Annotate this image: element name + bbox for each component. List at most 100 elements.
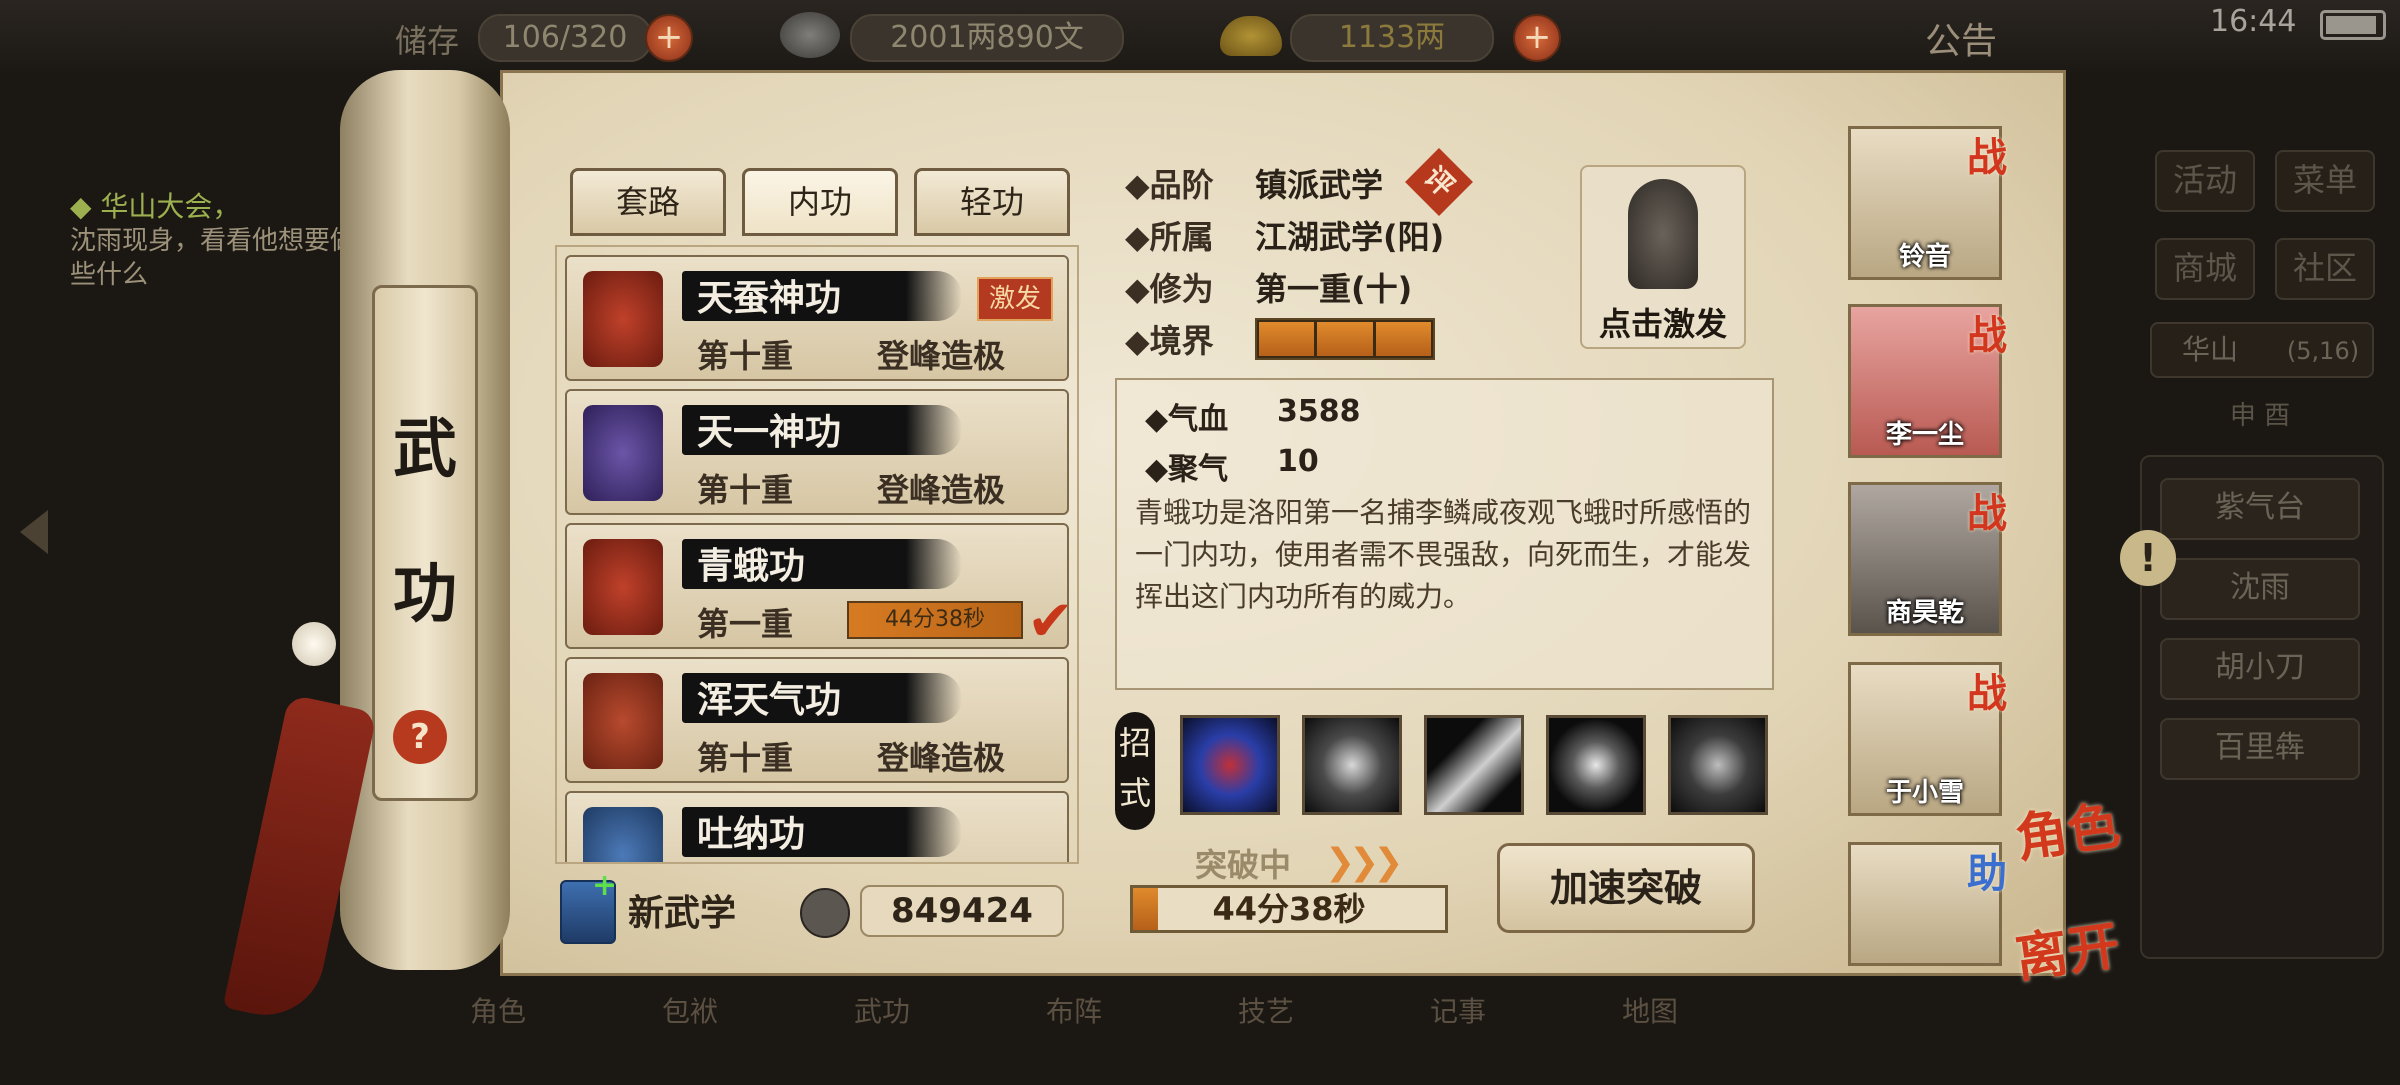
grade-value: 镇派武学 <box>1255 166 1384 204</box>
meditating-figure-icon <box>1628 179 1698 289</box>
skill-item-selected[interactable]: 青蛾功 第一重 44分38秒 ✔ <box>565 523 1074 654</box>
skill-name: 吐纳功 <box>697 814 806 855</box>
points-display: 849424 <box>860 885 1064 937</box>
notice-button[interactable]: 公告 <box>1925 12 1997 64</box>
speedup-button[interactable]: 加速突破 <box>1497 843 1755 933</box>
skill-name: 天一神功 <box>697 412 842 453</box>
party-member-name: 商昊乾 <box>1885 598 1964 628</box>
party-member-name: 于小雪 <box>1885 778 1964 808</box>
menu-activity-button[interactable]: 活动 <box>2155 150 2255 212</box>
nav-journal[interactable]: 记事 <box>1430 990 1580 1085</box>
realm-label: ◆境界 <box>1125 322 1214 360</box>
new-skill-button[interactable]: 新武学 <box>628 884 736 936</box>
menu-community-button[interactable]: 社区 <box>2275 238 2375 300</box>
description-box: ◆气血 3588 ◆聚气 10 青蛾功是洛阳第一名捕李鳞咸夜观飞蛾时所感悟的一门… <box>1115 378 1774 690</box>
scroll-icon <box>583 405 663 501</box>
money-display: 2001两890文 <box>850 14 1124 62</box>
nav-martial[interactable]: 武功 <box>854 990 1004 1085</box>
belong-value: 江湖武学(阳) <box>1255 218 1445 256</box>
location-coords: (5,16) <box>2286 337 2360 365</box>
points-book-icon <box>800 888 850 938</box>
nav-bag[interactable]: 包袱 <box>662 990 812 1085</box>
party-member-name: 李一尘 <box>1885 420 1964 450</box>
skill-level: 第十重 <box>697 337 794 375</box>
skill-level: 第一重 <box>697 605 794 643</box>
skill-list[interactable]: 天蚕神功 激发 第十重 登峰造极 天一神功 第十重 登峰造极 青蛾功 第一重 4… <box>555 245 1079 864</box>
checkmark-icon: ✔ <box>1027 589 1074 654</box>
party-member[interactable]: 战 铃音 <box>1848 126 2007 280</box>
role-button[interactable]: 角色 <box>2010 783 2123 872</box>
activate-button[interactable]: 点击激发 <box>1580 165 1746 349</box>
party-member[interactable]: 战 商昊乾 <box>1848 482 2007 636</box>
tab-inner-skills[interactable]: 内功 <box>742 168 898 236</box>
quest-tracker[interactable]: ◆ 华山大会， 沈雨现身，看看他想要做些什么 <box>70 190 370 292</box>
skill-description: 青蛾功是洛阳第一名捕李鳞咸夜观飞蛾时所感悟的一门内功，使用者需不畏强敌，向死而生… <box>1135 496 1752 613</box>
activated-badge: 激发 <box>977 277 1053 321</box>
hp-label: ◆气血 <box>1145 402 1229 437</box>
battle-tag: 战 <box>1967 670 2007 717</box>
breakthrough-label: 突破中 <box>1195 846 1292 884</box>
menu-shop-button[interactable]: 商城 <box>2155 238 2255 300</box>
place-item[interactable]: 胡小刀 <box>2160 638 2360 700</box>
cultivation-value: 第一重(十) <box>1255 270 1413 308</box>
leave-button[interactable]: 离开 <box>2010 903 2123 992</box>
party-member[interactable]: 助 <box>1848 842 2007 966</box>
scroll-icon <box>583 539 663 635</box>
place-item[interactable]: 沈雨 <box>2160 558 2360 620</box>
quest-text: 沈雨现身，看看他想要做些什么 <box>70 226 357 290</box>
skill-status: 登峰造极 <box>877 471 1006 509</box>
gold-add-button[interactable]: + <box>1513 14 1561 62</box>
place-item[interactable]: 百里犇 <box>2160 718 2360 780</box>
breakthrough-timer: 44分38秒 <box>1212 890 1366 928</box>
clock: 16:44 <box>2210 4 2297 39</box>
top-status-bar <box>0 0 2400 72</box>
qi-value: 10 <box>1277 444 1319 479</box>
grade-label: ◆品阶 <box>1125 166 1214 204</box>
left-arrow-icon[interactable] <box>20 510 48 554</box>
tab-routines[interactable]: 套路 <box>570 168 726 236</box>
gold-display: 1133两 <box>1290 14 1494 62</box>
cultivation-label: ◆修为 <box>1125 270 1214 308</box>
storage-counter: 106/320 <box>478 14 652 62</box>
hp-value: 3588 <box>1277 394 1361 429</box>
storage-label: 储存 <box>395 22 460 60</box>
realm-segment <box>1375 322 1431 356</box>
qi-label: ◆聚气 <box>1145 452 1229 487</box>
book-icon <box>583 807 663 862</box>
breakthrough-arrows-icon: ❯❯❯ <box>1325 842 1403 883</box>
move-slot[interactable] <box>1546 715 1646 815</box>
nav-formation[interactable]: 布阵 <box>1046 990 1196 1085</box>
party-member[interactable]: 战 于小雪 <box>1848 662 2007 816</box>
battle-tag: 战 <box>1967 312 2007 359</box>
tab-lightness[interactable]: 轻功 <box>914 168 1070 236</box>
scroll-icon <box>583 271 663 367</box>
move-slot[interactable] <box>1424 715 1524 815</box>
move-slot[interactable] <box>1180 715 1280 815</box>
skill-timer: 44分38秒 <box>847 601 1023 639</box>
party-member-name: 铃音 <box>1898 242 1951 272</box>
skill-item[interactable]: 浑天气功 第十重 登峰造极 <box>565 657 1069 783</box>
nav-map[interactable]: 地图 <box>1622 990 1772 1085</box>
skill-item[interactable]: 吐纳功 <box>565 791 1069 862</box>
nav-skills[interactable]: 技艺 <box>1238 990 1388 1085</box>
breakthrough-progress-bar: 44分38秒 <box>1130 885 1448 933</box>
new-skill-book-icon[interactable]: + <box>560 868 617 944</box>
help-icon[interactable]: ? <box>393 710 447 764</box>
move-slot[interactable] <box>1668 715 1768 815</box>
panel-title-char: 功 <box>393 557 457 632</box>
storage-add-button[interactable]: + <box>645 14 693 62</box>
assist-tag: 助 <box>1967 850 2007 897</box>
coin-icon <box>780 12 840 58</box>
exclamation-icon[interactable]: ! <box>2120 530 2176 586</box>
party-member[interactable]: 战 李一尘 <box>1848 304 2007 458</box>
battle-tag: 战 <box>1967 134 2007 181</box>
battle-tag: 战 <box>1967 490 2007 537</box>
skill-item[interactable]: 天一神功 第十重 登峰造极 <box>565 389 1069 515</box>
skill-name: 青蛾功 <box>697 546 806 587</box>
place-item[interactable]: 紫气台 <box>2160 478 2360 540</box>
skill-item[interactable]: 天蚕神功 激发 第十重 登峰造极 <box>565 255 1069 381</box>
skill-status: 登峰造极 <box>877 337 1006 375</box>
nav-role[interactable]: 角色 <box>470 990 620 1085</box>
move-slot[interactable] <box>1302 715 1402 815</box>
menu-main-button[interactable]: 菜单 <box>2275 150 2375 212</box>
